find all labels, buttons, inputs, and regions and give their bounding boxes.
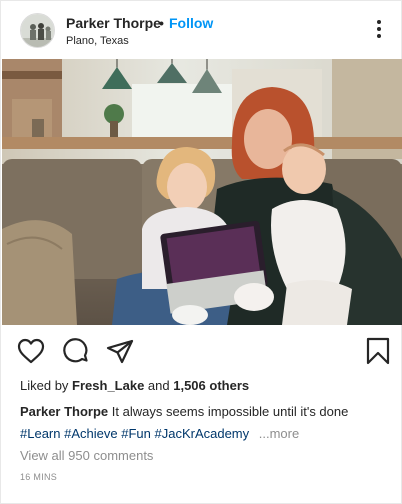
hashtag-link[interactable]: #JacKrAcademy xyxy=(154,426,249,441)
comment-icon[interactable] xyxy=(61,337,91,367)
likes-middle: and xyxy=(144,378,174,393)
post-location[interactable]: Plano, Texas xyxy=(66,35,129,47)
caption-more-link[interactable]: ...more xyxy=(259,426,299,441)
post-card: Parker Thorpe • Follow Plano, Texas Like… xyxy=(0,0,402,504)
bookmark-icon[interactable] xyxy=(363,336,393,366)
post-timestamp: 16 MINS xyxy=(20,472,58,482)
view-all-comments-link[interactable]: View all 950 comments xyxy=(20,448,153,463)
heart-icon[interactable] xyxy=(16,336,46,366)
likes-count[interactable]: 1,506 others xyxy=(173,378,249,393)
hashtag-link[interactable]: #Fun xyxy=(121,426,151,441)
post-photo[interactable] xyxy=(2,59,402,325)
liked-by-user[interactable]: Fresh_Lake xyxy=(72,378,144,393)
caption-line: Parker Thorpe It always seems impossible… xyxy=(20,404,348,419)
post-header: Parker Thorpe • Follow Plano, Texas xyxy=(1,1,402,59)
avatar[interactable] xyxy=(20,13,55,48)
paper-plane-icon[interactable] xyxy=(105,337,135,367)
separator-dot: • xyxy=(159,15,164,31)
post-username[interactable]: Parker Thorpe xyxy=(66,15,161,31)
follow-button[interactable]: Follow xyxy=(169,15,213,31)
caption-text: It always seems impossible until it's do… xyxy=(108,404,349,419)
more-options-icon[interactable] xyxy=(367,17,391,41)
likes-prefix: Liked by xyxy=(20,378,73,393)
caption-hashtags: #Learn #Achieve #Fun #JacKrAcademy ...mo… xyxy=(20,426,299,441)
caption-username[interactable]: Parker Thorpe xyxy=(20,404,108,419)
hashtag-link[interactable]: #Learn xyxy=(20,426,60,441)
likes-summary: Liked by Fresh_Lake and 1,506 others xyxy=(20,378,249,393)
hashtag-link[interactable]: #Achieve xyxy=(64,426,117,441)
